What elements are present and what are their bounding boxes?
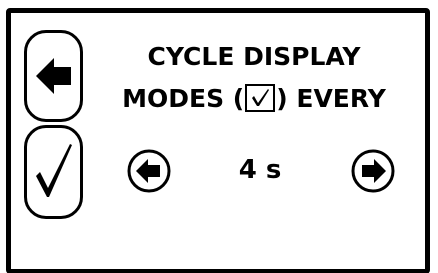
title-line-2-prefix: MODES (: [122, 84, 245, 113]
checkmark-icon: [36, 144, 72, 197]
title-line-1: CYCLE DISPLAY: [147, 42, 361, 71]
back-button[interactable]: [24, 30, 83, 122]
interval-value: 4 s: [238, 155, 282, 185]
checked-box-icon: [245, 84, 276, 112]
left-arrow-icon: [36, 58, 71, 94]
circle-right-arrow-icon: [351, 149, 395, 193]
prev-interval-button[interactable]: [126, 148, 172, 194]
title-line-2-suffix: ) EVERY: [276, 84, 386, 113]
display-screen: CYCLE DISPLAY MODES ( ) EVERY 4 s: [0, 0, 438, 273]
next-interval-button[interactable]: [350, 148, 396, 194]
title-line-2: MODES ( ) EVERY: [108, 84, 400, 114]
confirm-button[interactable]: [24, 125, 83, 219]
circle-left-arrow-icon: [127, 149, 171, 193]
